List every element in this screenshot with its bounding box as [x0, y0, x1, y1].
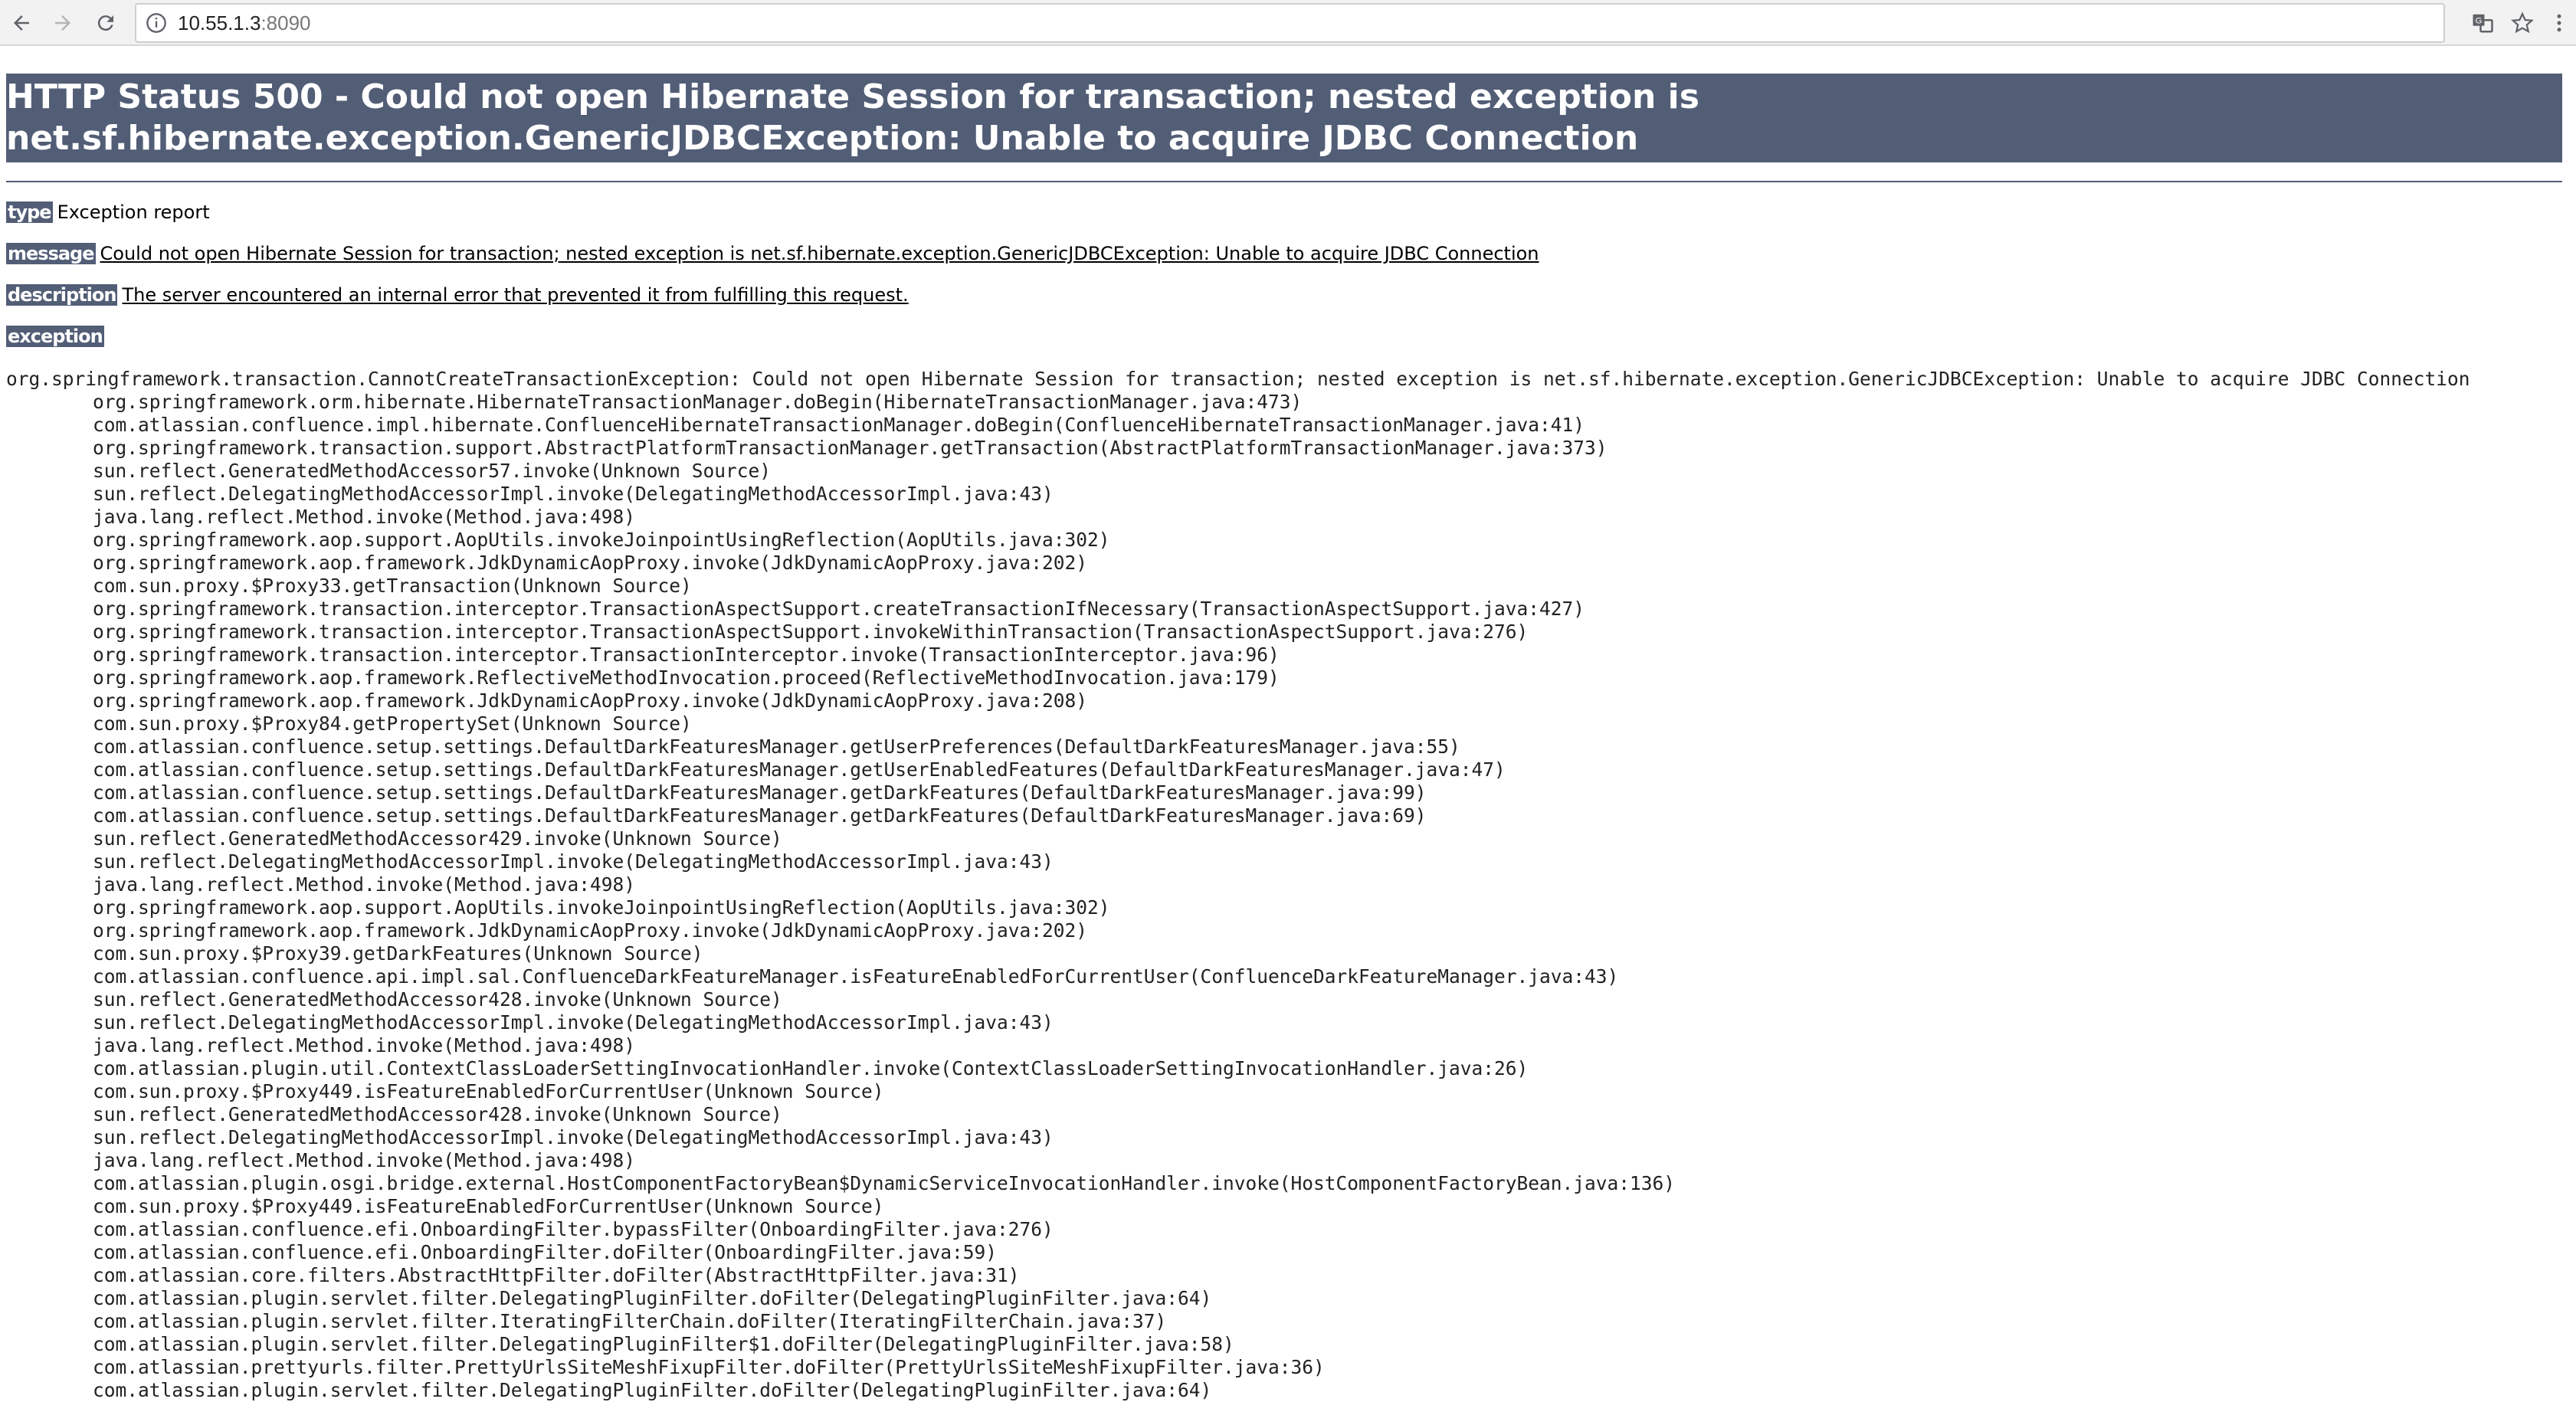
address-bar[interactable]: 10.55.1.3:8090 — [135, 3, 2445, 43]
stack-frame: sun.reflect.GeneratedMethodAccessor428.i… — [93, 988, 782, 1011]
stack-frame: com.atlassian.confluence.setup.settings.… — [93, 758, 1506, 781]
stack-frame: java.lang.reflect.Method.invoke(Method.j… — [93, 873, 636, 896]
stack-frame: com.atlassian.confluence.impl.hibernate.… — [93, 414, 1585, 436]
forward-button[interactable] — [46, 6, 80, 40]
stack-frame: org.springframework.aop.support.AopUtils… — [93, 529, 1110, 551]
description-row: description The server encountered an int… — [6, 283, 2570, 306]
stack-frame: com.atlassian.confluence.efi.OnboardingF… — [93, 1241, 998, 1263]
stack-frame: com.atlassian.prettyurls.filter.PrettyUr… — [93, 1356, 1325, 1378]
stack-frame: java.lang.reflect.Method.invoke(Method.j… — [93, 506, 636, 528]
stack-frame: org.springframework.transaction.intercep… — [93, 621, 1529, 643]
exception-label: exception — [6, 326, 104, 347]
stack-frame: com.atlassian.confluence.api.impl.sal.Co… — [93, 965, 1619, 988]
stack-frame: sun.reflect.DelegatingMethodAccessorImpl… — [93, 1011, 1054, 1033]
translate-button[interactable]: G — [2466, 6, 2499, 40]
stack-frame: sun.reflect.GeneratedMethodAccessor429.i… — [93, 827, 782, 850]
translate-icon: G — [2473, 14, 2493, 33]
stack-frame: com.sun.proxy.$Proxy39.getDarkFeatures(U… — [93, 942, 703, 965]
exception-head: org.springframework.transaction.CannotCr… — [6, 368, 2470, 390]
stack-frame: sun.reflect.GeneratedMethodAccessor428.i… — [93, 1103, 782, 1125]
stack-frame: com.atlassian.confluence.setup.settings.… — [93, 735, 1460, 758]
stack-frame: org.springframework.aop.framework.JdkDyn… — [93, 552, 1088, 574]
stack-frame: org.springframework.aop.support.AopUtils… — [93, 896, 1110, 919]
stack-frame: sun.reflect.DelegatingMethodAccessorImpl… — [93, 483, 1054, 505]
stack-frame: com.atlassian.plugin.servlet.filter.Dele… — [93, 1333, 1234, 1355]
url-text: 10.55.1.3:8090 — [178, 11, 311, 35]
stack-frame: com.atlassian.plugin.osgi.bridge.externa… — [93, 1172, 1676, 1194]
stack-frame: org.springframework.aop.framework.JdkDyn… — [93, 919, 1088, 942]
stack-frame: org.springframework.transaction.intercep… — [93, 598, 1585, 620]
reload-icon — [97, 15, 113, 31]
back-button[interactable] — [5, 6, 38, 40]
exception-row: exception — [6, 325, 2570, 348]
forward-icon — [55, 15, 70, 31]
bookmark-star-icon — [2511, 11, 2534, 34]
description-value: The server encountered an internal error… — [122, 284, 909, 306]
page-title: HTTP Status 500 - Could not open Hiberna… — [6, 74, 2562, 162]
reload-button[interactable] — [89, 6, 123, 40]
title-divider — [6, 181, 2562, 182]
bookmark-button[interactable] — [2506, 6, 2539, 40]
stack-frame: org.springframework.transaction.support.… — [93, 437, 1608, 459]
stack-frame: java.lang.reflect.Method.invoke(Method.j… — [93, 1034, 636, 1056]
stack-frame: sun.reflect.DelegatingMethodAccessorImpl… — [93, 850, 1054, 873]
stack-frame: com.atlassian.confluence.efi.OnboardingF… — [93, 1218, 1054, 1240]
stack-frame: com.atlassian.confluence.setup.settings.… — [93, 781, 1427, 804]
description-label: description — [6, 284, 118, 306]
stack-frame: org.springframework.orm.hibernate.Hibern… — [93, 391, 1303, 413]
stack-frame: org.springframework.transaction.intercep… — [93, 644, 1280, 666]
stack-frame: org.springframework.aop.framework.JdkDyn… — [93, 690, 1088, 712]
back-icon — [14, 15, 29, 31]
type-label: type — [6, 201, 53, 223]
type-value: Exception report — [57, 201, 210, 223]
stack-frame: com.atlassian.plugin.servlet.filter.Dele… — [93, 1287, 1212, 1309]
stack-frame: com.atlassian.core.filters.AbstractHttpF… — [93, 1264, 1020, 1286]
stack-frame: java.lang.reflect.Method.invoke(Method.j… — [93, 1149, 636, 1171]
message-row: message Could not open Hibernate Session … — [6, 242, 2570, 265]
stack-frame: com.sun.proxy.$Proxy449.isFeatureEnabled… — [93, 1080, 884, 1102]
svg-text:G: G — [2476, 17, 2483, 26]
stack-trace: org.springframework.transaction.CannotCr… — [6, 368, 2570, 1402]
stack-frame: com.sun.proxy.$Proxy449.isFeatureEnabled… — [93, 1195, 884, 1217]
info-icon[interactable] — [146, 12, 167, 34]
stack-frame: org.springframework.aop.framework.Reflec… — [93, 667, 1280, 689]
message-value: Could not open Hibernate Session for tra… — [100, 243, 1539, 264]
stack-frame: com.sun.proxy.$Proxy33.getTransaction(Un… — [93, 575, 692, 597]
type-row: type Exception report — [6, 201, 2570, 224]
stack-frame: sun.reflect.DelegatingMethodAccessorImpl… — [93, 1126, 1054, 1148]
menu-icon — [2557, 14, 2561, 32]
stack-frame: com.atlassian.plugin.servlet.filter.Dele… — [93, 1379, 1212, 1401]
url-port: :8090 — [261, 11, 311, 34]
url-host: 10.55.1.3 — [178, 11, 261, 34]
stack-frame: com.atlassian.confluence.setup.settings.… — [93, 804, 1427, 827]
error-page: HTTP Status 500 - Could not open Hiberna… — [6, 46, 2570, 1402]
stack-frame: com.atlassian.plugin.util.ContextClassLo… — [93, 1057, 1529, 1079]
message-label: message — [6, 243, 96, 264]
stack-frame: com.atlassian.plugin.servlet.filter.Iter… — [93, 1310, 1167, 1332]
browser-menu-button[interactable] — [2542, 6, 2576, 40]
stack-frame: sun.reflect.GeneratedMethodAccessor57.in… — [93, 460, 772, 482]
browser-toolbar: 10.55.1.3:8090 G — [0, 0, 2576, 46]
stack-frame: com.sun.proxy.$Proxy84.getPropertySet(Un… — [93, 712, 692, 735]
